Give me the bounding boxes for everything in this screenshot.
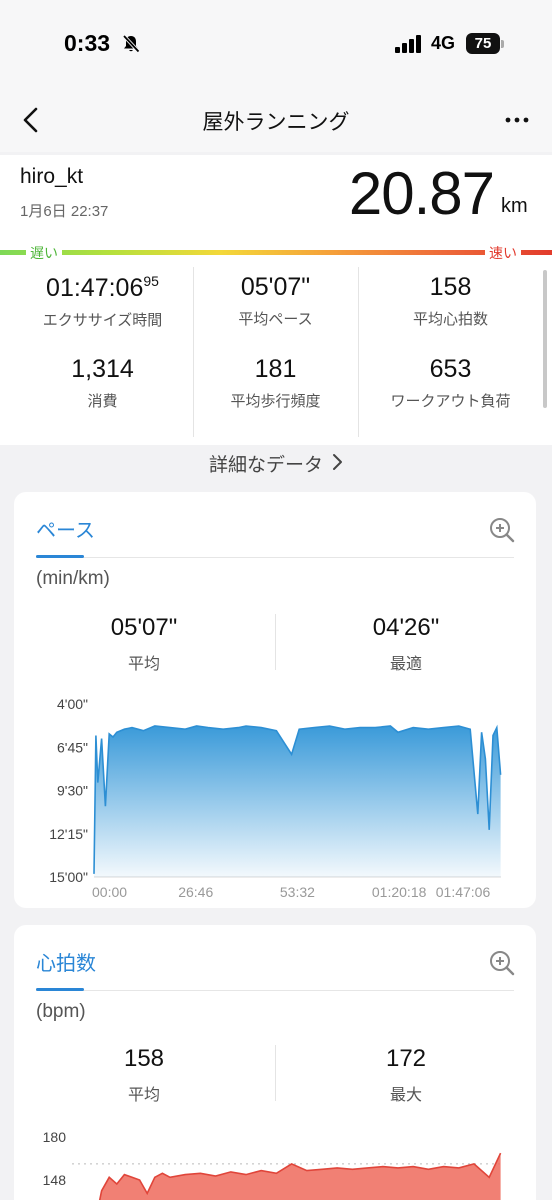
- pace-average-label: 平均: [127, 656, 160, 673]
- y-tick-label: 9'30": [57, 783, 88, 799]
- pace-best-value: 04'26": [372, 614, 440, 641]
- stat-avg-pace: 05'07" 平均ペース: [193, 273, 358, 329]
- user-name: hiro_kt: [20, 165, 84, 188]
- x-tick-label: 26:46: [178, 884, 213, 900]
- stat-divider: [275, 614, 276, 670]
- stat-calories: 1,314 消費: [20, 355, 185, 411]
- stat-label: 平均歩行頻度: [230, 393, 321, 410]
- workout-date: 1月6日 22:37: [20, 203, 109, 220]
- heart-rate-tab[interactable]: 心拍数: [36, 947, 96, 976]
- stat-value: 01:47:0695: [46, 273, 159, 302]
- y-tick-label: 180: [43, 1129, 67, 1145]
- zoom-in-icon[interactable]: [488, 949, 516, 977]
- heart-rate-max-value: 172: [385, 1045, 427, 1072]
- detailed-data-label: 詳細なデータ: [208, 455, 323, 476]
- stat-value: 181: [254, 355, 297, 383]
- chevron-right-icon: [333, 454, 342, 470]
- stat-label: 消費: [87, 393, 118, 410]
- stat-divider: [193, 267, 194, 437]
- heart-rate-average-value: 158: [123, 1045, 165, 1072]
- card-divider: [36, 557, 514, 558]
- stat-avg-heart-rate: 158 平均心拍数: [368, 273, 533, 329]
- x-tick-label: 01:47:06: [436, 884, 491, 900]
- page-title: 屋外ランニング: [202, 111, 350, 134]
- card-divider: [36, 990, 514, 991]
- pace-average: 05'07" 平均: [19, 614, 269, 674]
- heart-rate-average-label: 平均: [127, 1087, 160, 1104]
- zoom-in-icon[interactable]: [488, 516, 516, 544]
- stat-label: ワークアウト負荷: [390, 393, 511, 410]
- pace-unit: (min/km): [36, 568, 110, 589]
- bell-muted-icon: [122, 34, 140, 53]
- distance-value: 20.87: [348, 160, 495, 227]
- pace-card: ペース (min/km) 05'07" 平均 04'26" 最適 4'00" 6'…: [14, 492, 536, 908]
- fast-label: 速い: [485, 243, 521, 263]
- stat-workout-load: 653 ワークアウト負荷: [368, 355, 533, 411]
- stat-value: 1,314: [71, 355, 134, 383]
- y-tick-label: 12'15": [49, 826, 88, 842]
- stat-label: エクササイズ時間: [42, 312, 163, 329]
- stat-value: 158: [429, 273, 472, 301]
- stat-value: 05'07": [240, 273, 311, 301]
- x-tick-label: 01:20:18: [372, 884, 427, 900]
- heart-rate-chart[interactable]: 180 148: [14, 1125, 536, 1200]
- stat-divider: [275, 1045, 276, 1101]
- heart-rate-average: 158 平均: [19, 1045, 269, 1105]
- stat-exercise-time: 01:47:0695 エクササイズ時間: [20, 273, 185, 330]
- y-tick-label: 148: [43, 1172, 67, 1188]
- stat-value: 653: [429, 355, 472, 383]
- workout-summary: hiro_kt 1月6日 22:37 20.87 km 遅い 速い 01:47:…: [0, 155, 552, 445]
- pace-gradient-bar: [0, 250, 552, 255]
- stat-label: 平均心拍数: [412, 311, 488, 328]
- battery-level: 75: [474, 35, 492, 52]
- scrollbar[interactable]: [543, 270, 547, 408]
- network-type: 4G: [431, 33, 456, 53]
- status-bar: 0:33 4G 75: [0, 0, 552, 90]
- heart-rate-card: 心拍数 (bpm) 158 平均 172 最大 180 148: [14, 925, 536, 1200]
- heart-rate-unit: (bpm): [36, 1001, 86, 1022]
- y-tick-label: 6'45": [57, 739, 88, 755]
- more-options-icon[interactable]: [503, 108, 531, 132]
- pace-best-label: 最適: [389, 656, 422, 673]
- heart-rate-max: 172 最大: [281, 1045, 531, 1105]
- heart-rate-max-label: 最大: [389, 1087, 422, 1104]
- slow-label: 遅い: [26, 243, 62, 263]
- signal-icon: [395, 35, 421, 53]
- x-tick-label: 53:32: [280, 884, 315, 900]
- stat-divider: [358, 267, 359, 437]
- pace-tab[interactable]: ペース: [36, 514, 95, 543]
- nav-bar: 屋外ランニング: [0, 90, 552, 152]
- status-time: 0:33: [64, 30, 111, 56]
- active-tab-indicator: [36, 988, 84, 991]
- pace-chart[interactable]: 4'00" 6'45" 9'30" 12'15" 15'00"00:00 26:46 53:…: [14, 692, 536, 902]
- detailed-data-link[interactable]: 詳細なデータ: [0, 450, 552, 477]
- stat-avg-cadence: 181 平均歩行頻度: [193, 355, 358, 411]
- y-tick-label: 4'00": [57, 696, 88, 712]
- active-tab-indicator: [36, 555, 84, 558]
- distance-unit: km: [501, 195, 528, 217]
- stat-label: 平均ペース: [238, 311, 313, 328]
- pace-area: [94, 726, 501, 877]
- pace-average-value: 05'07": [110, 614, 178, 641]
- y-tick-label: 15'00": [49, 869, 88, 885]
- pace-best: 04'26" 最適: [281, 614, 531, 674]
- x-tick-label: 00:00: [92, 884, 127, 900]
- battery-icon: 75: [466, 33, 504, 55]
